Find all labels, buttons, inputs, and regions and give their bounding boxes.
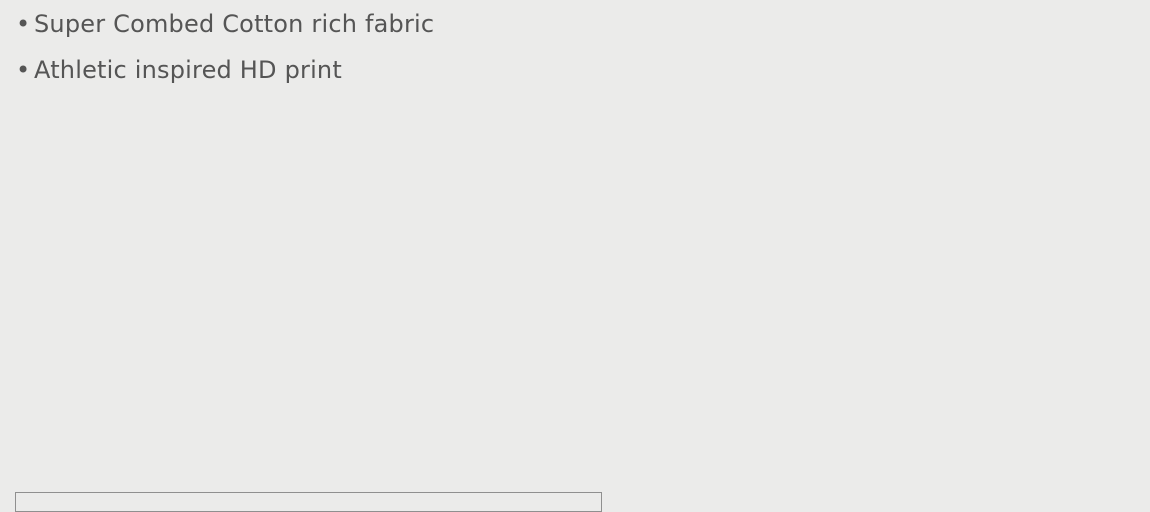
bottom-input-box[interactable] [15, 492, 602, 512]
feature-item: • Super Combed Cotton rich fabric [16, 6, 434, 42]
bullet-icon: • [16, 10, 31, 38]
feature-text: Athletic inspired HD print [34, 56, 342, 84]
feature-text: Super Combed Cotton rich fabric [34, 10, 435, 38]
product-feature-list: • Super Combed Cotton rich fabric • Athl… [16, 6, 434, 98]
bullet-icon: • [16, 56, 31, 84]
feature-item: • Athletic inspired HD print [16, 52, 434, 88]
